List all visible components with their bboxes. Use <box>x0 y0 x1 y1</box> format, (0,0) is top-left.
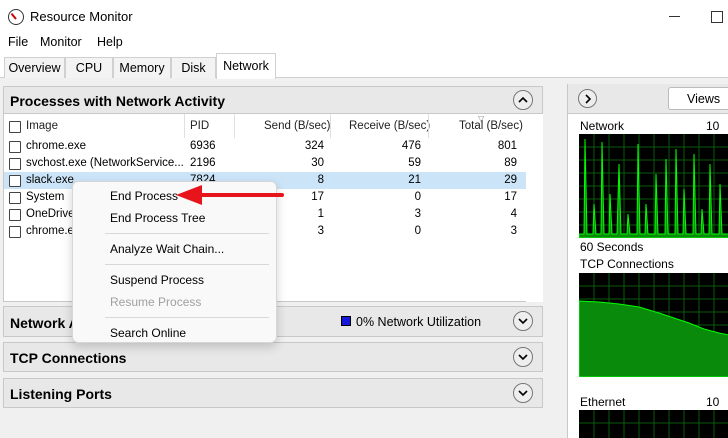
graph-time-label: 60 Seconds <box>580 240 644 254</box>
graph-pane: Views Network 10 K 60 Seconds TCP Connec… <box>567 84 728 438</box>
menu-monitor[interactable]: Monitor <box>40 35 82 49</box>
menu-item-end-process-tree[interactable]: End Process Tree <box>110 211 205 225</box>
listening-ports-panel-header[interactable]: Listening Ports <box>3 378 543 408</box>
row-total: 801 <box>497 140 517 152</box>
row-checkbox[interactable] <box>9 175 21 187</box>
processes-panel-header[interactable]: Processes with Network Activity <box>3 86 543 114</box>
row-checkbox[interactable] <box>9 209 21 221</box>
row-total: 29 <box>504 174 517 186</box>
row-receive: 0 <box>414 191 421 203</box>
collapse-chevron-icon[interactable] <box>513 90 533 110</box>
menu-item-suspend-process[interactable]: Suspend Process <box>110 273 204 287</box>
tab-disk[interactable]: Disk <box>171 57 216 78</box>
tab-cpu[interactable]: CPU <box>65 57 113 78</box>
row-pid: 2196 <box>190 157 216 169</box>
red-arrow-annotation <box>176 185 284 205</box>
row-send: 324 <box>304 140 324 152</box>
processes-panel-title: Processes with Network Activity <box>10 93 226 109</box>
row-total: 17 <box>504 191 517 203</box>
tab-overview[interactable]: Overview <box>4 57 65 78</box>
menu-file[interactable]: File <box>8 35 28 49</box>
column-send[interactable]: Send (B/sec) <box>264 120 330 132</box>
views-button[interactable]: Views <box>668 87 728 110</box>
row-receive: 476 <box>401 140 421 152</box>
menu-item-search-online[interactable]: Search Online <box>110 326 186 340</box>
tab-network[interactable]: Network <box>216 53 276 79</box>
tcp-connections-panel-header[interactable]: TCP Connections <box>3 342 543 372</box>
expand-right-chevron-icon[interactable] <box>578 89 597 108</box>
menu-separator <box>105 233 269 234</box>
row-checkbox[interactable] <box>9 226 21 238</box>
row-checkbox[interactable] <box>9 141 21 153</box>
vertical-scrollbar[interactable] <box>526 114 543 302</box>
menu-item-analyze-wait-chain[interactable]: Analyze Wait Chain... <box>110 242 224 256</box>
tcp-graph-label: TCP Connections <box>580 257 674 271</box>
network-utilization-swatch <box>341 316 351 326</box>
row-checkbox[interactable] <box>9 192 21 204</box>
expand-chevron-icon[interactable] <box>513 383 533 403</box>
resource-monitor-icon <box>8 9 24 25</box>
maximize-icon[interactable] <box>706 6 728 26</box>
select-all-checkbox[interactable] <box>9 121 21 133</box>
tab-memory[interactable]: Memory <box>113 57 171 78</box>
tcp-connections-graph <box>579 273 728 377</box>
column-image[interactable]: Image <box>26 120 58 132</box>
row-total: 3 <box>510 225 517 237</box>
menu-help[interactable]: Help <box>97 35 123 49</box>
network-graph <box>579 134 728 238</box>
graph-pane-header: Views <box>568 84 728 114</box>
menu-separator <box>105 317 269 318</box>
row-send: 30 <box>311 157 324 169</box>
table-row[interactable]: svchost.exe (NetworkService... 2196 30 5… <box>4 155 526 172</box>
menu-item-resume-process: Resume Process <box>110 295 202 309</box>
column-pid[interactable]: PID <box>190 120 209 132</box>
menu-separator <box>105 264 269 265</box>
row-receive: 59 <box>408 157 421 169</box>
ethernet-graph-label: Ethernet <box>580 395 626 409</box>
column-receive[interactable]: Receive (B/sec) <box>349 120 430 132</box>
row-total: 4 <box>510 208 517 220</box>
menu-bar: File Monitor Help <box>0 32 728 52</box>
ethernet-graph <box>579 410 728 438</box>
menu-item-end-process[interactable]: End Process <box>110 189 178 203</box>
row-total: 89 <box>504 157 517 169</box>
listening-ports-panel-title: Listening Ports <box>10 386 112 402</box>
window-title: Resource Monitor <box>30 9 133 24</box>
row-image: svchost.exe (NetworkService... <box>26 157 184 169</box>
network-utilization-text: 0% Network Utilization <box>356 315 482 329</box>
expand-chevron-icon[interactable] <box>513 311 533 331</box>
minimize-icon[interactable] <box>666 6 686 26</box>
column-total[interactable]: Total (B/sec) <box>459 120 523 132</box>
tab-bar: Overview CPU Memory Disk Network <box>0 52 728 79</box>
table-row[interactable]: chrome.exe 6936 324 476 801 <box>4 138 526 155</box>
row-receive: 3 <box>414 208 421 220</box>
row-checkbox[interactable] <box>9 158 21 170</box>
row-image: chrome.exe <box>26 140 87 152</box>
row-pid: 6936 <box>190 140 216 152</box>
network-graph-label: Network <box>580 119 625 133</box>
tcp-connections-panel-title: TCP Connections <box>10 350 127 366</box>
expand-chevron-icon[interactable] <box>513 347 533 367</box>
row-receive: 21 <box>408 174 421 186</box>
row-receive: 0 <box>414 225 421 237</box>
title-bar: Resource Monitor <box>0 0 728 32</box>
